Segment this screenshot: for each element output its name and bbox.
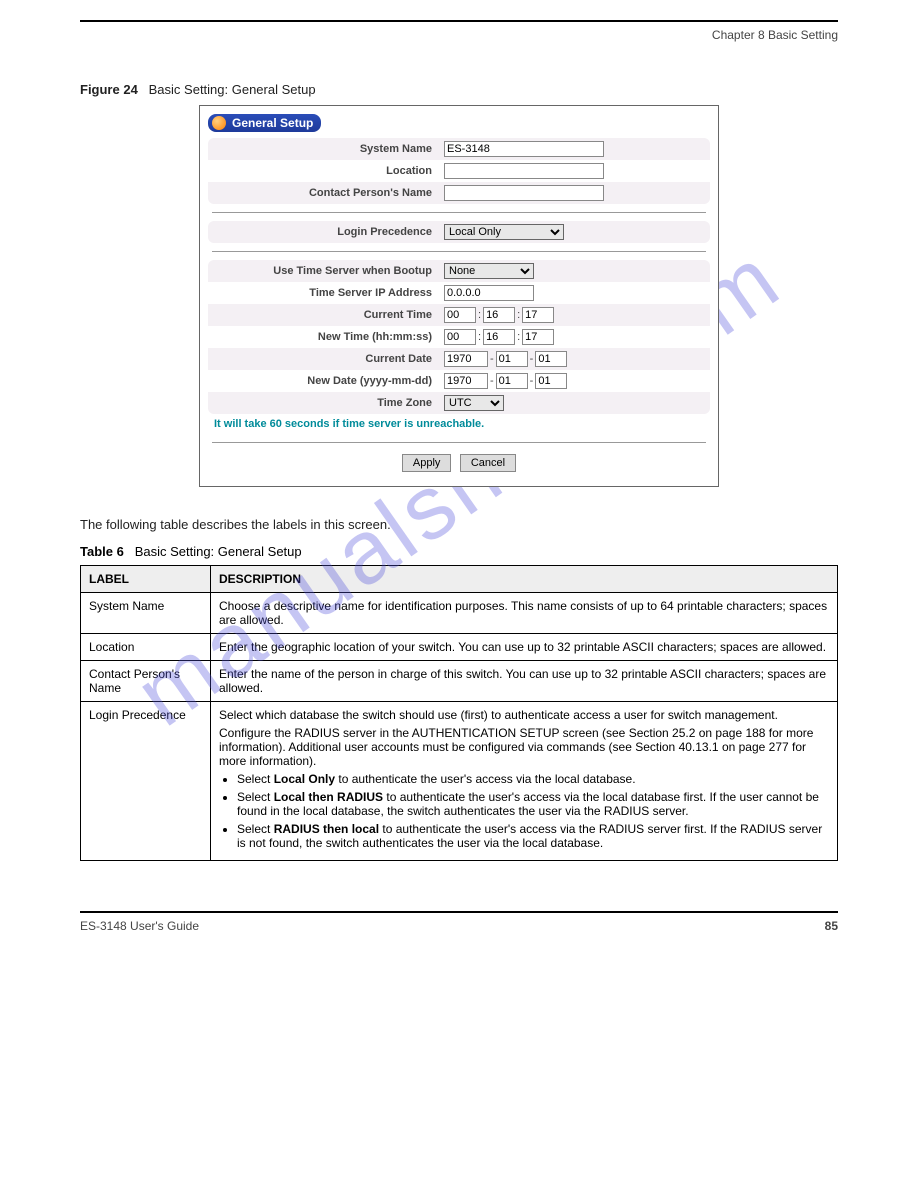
label-current-date: Current Date [214, 353, 444, 365]
time-zone-select[interactable]: UTC [444, 395, 504, 411]
label-time-server-ip: Time Server IP Address [214, 287, 444, 299]
row-desc: Choose a descriptive name for identifica… [211, 593, 838, 634]
table-row: Location Enter the geographic location o… [81, 634, 838, 661]
current-date-m-input[interactable] [496, 351, 528, 367]
label-new-time: New Time (hh:mm:ss) [214, 331, 444, 343]
header-chapter: Chapter 8 Basic Setting [80, 28, 838, 42]
contact-input[interactable] [444, 185, 604, 201]
label-location: Location [214, 165, 444, 177]
th-description: DESCRIPTION [211, 566, 838, 593]
footer-page-number: 85 [825, 919, 838, 933]
apply-button[interactable]: Apply [402, 454, 452, 472]
new-date-y-input[interactable] [444, 373, 488, 389]
time-server-note: It will take 60 seconds if time server i… [208, 414, 710, 434]
current-time-m-input[interactable] [483, 307, 515, 323]
new-time-m-input[interactable] [483, 329, 515, 345]
table-title: Basic Setting: General Setup [135, 544, 302, 559]
table-row: Contact Person's Name Enter the name of … [81, 661, 838, 702]
figure-caption: Figure 24 Basic Setting: General Setup [80, 82, 838, 97]
time-server-select[interactable]: None [444, 263, 534, 279]
table-row: Login Precedence Select which database t… [81, 702, 838, 861]
footer: ES-3148 User's Guide 85 [80, 911, 838, 933]
figure-title: Basic Setting: General Setup [149, 82, 316, 97]
row-desc: Enter the geographic location of your sw… [211, 634, 838, 661]
table-caption: Table 6 Basic Setting: General Setup [80, 544, 838, 559]
row-label: System Name [81, 593, 211, 634]
new-time-s-input[interactable] [522, 329, 554, 345]
table-row: System Name Choose a descriptive name fo… [81, 593, 838, 634]
row-label: Location [81, 634, 211, 661]
label-login-precedence: Login Precedence [214, 226, 444, 238]
current-time-s-input[interactable] [522, 307, 554, 323]
new-time-h-input[interactable] [444, 329, 476, 345]
time-server-ip-input[interactable] [444, 285, 534, 301]
current-date-d-input[interactable] [535, 351, 567, 367]
new-date-m-input[interactable] [496, 373, 528, 389]
row-label: Contact Person's Name [81, 661, 211, 702]
general-setup-panel: General Setup System Name Location Conta… [199, 105, 719, 487]
table-number: Table 6 [80, 544, 124, 559]
panel-title-text: General Setup [232, 116, 313, 130]
label-new-date: New Date (yyyy-mm-dd) [214, 375, 444, 387]
footer-left: ES-3148 User's Guide [80, 919, 199, 933]
figure-number: Figure 24 [80, 82, 138, 97]
label-contact: Contact Person's Name [214, 187, 444, 199]
bullet-icon [212, 116, 226, 130]
header-rule [80, 20, 838, 22]
row-label: Login Precedence [81, 702, 211, 861]
description-table: LABEL DESCRIPTION System Name Choose a d… [80, 565, 838, 861]
current-date-y-input[interactable] [444, 351, 488, 367]
label-time-zone: Time Zone [214, 397, 444, 409]
system-name-input[interactable] [444, 141, 604, 157]
current-time-h-input[interactable] [444, 307, 476, 323]
new-date-d-input[interactable] [535, 373, 567, 389]
row-desc: Enter the name of the person in charge o… [211, 661, 838, 702]
label-current-time: Current Time [214, 309, 444, 321]
th-label: LABEL [81, 566, 211, 593]
label-system-name: System Name [214, 143, 444, 155]
body-intro-text: The following table describes the labels… [80, 517, 838, 532]
panel-title: General Setup [208, 114, 321, 132]
label-time-server: Use Time Server when Bootup [214, 265, 444, 277]
cancel-button[interactable]: Cancel [460, 454, 516, 472]
login-precedence-select[interactable]: Local Only [444, 224, 564, 240]
row-desc: Select which database the switch should … [211, 702, 838, 861]
location-input[interactable] [444, 163, 604, 179]
